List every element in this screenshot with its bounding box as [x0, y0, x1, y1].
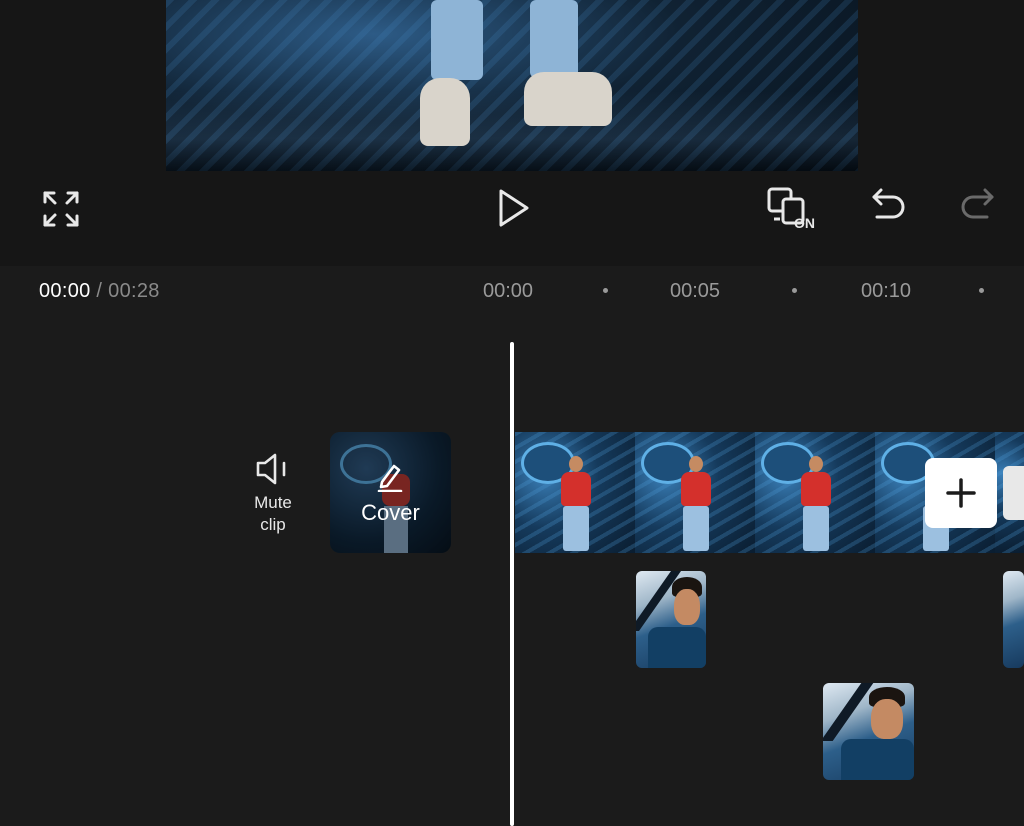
current-time: 00:00: [39, 280, 91, 302]
cover-dim-overlay: [330, 432, 451, 553]
video-preview-frame[interactable]: [166, 0, 858, 171]
right-leg: [530, 0, 578, 78]
performer-shirt: [801, 472, 831, 506]
timeline-panel[interactable]: 00:00 / 00:28 00:00 00:05 00:10 Mute cli…: [0, 266, 1024, 826]
background-stripe: [823, 683, 874, 741]
time-separator: /: [90, 280, 109, 302]
expand-icon: [43, 191, 79, 227]
redo-icon: [961, 188, 994, 219]
clip-thumbnail: [515, 432, 635, 553]
preview-toolbar: ON: [0, 171, 1024, 266]
performer-head: [569, 456, 583, 472]
undo-icon: [872, 188, 905, 219]
person-face: [871, 699, 903, 739]
performer-shirt: [561, 472, 591, 506]
overlay-clip[interactable]: [636, 571, 706, 668]
play-icon: [499, 189, 529, 227]
clip-thumbnail: [755, 432, 875, 553]
add-clip-button[interactable]: [925, 458, 997, 528]
performer-legs: [803, 506, 829, 551]
cover-label: Cover: [361, 500, 420, 525]
ruler-tick-label: 00:05: [670, 280, 721, 302]
mute-clip-label: Mute clip: [254, 493, 292, 534]
overlay-clip[interactable]: [823, 683, 914, 780]
mute-clip-button[interactable]: Mute clip: [240, 451, 306, 536]
fullscreen-button[interactable]: [40, 188, 82, 230]
ruler-tick-label: 00:00: [483, 280, 534, 302]
clip-thumbnail: [635, 432, 755, 553]
total-duration: 00:28: [108, 280, 160, 302]
cover-button[interactable]: Cover: [330, 432, 451, 553]
preview-toggle-badge: ON: [794, 215, 815, 231]
left-leg: [431, 0, 483, 80]
person-face: [674, 589, 700, 625]
redo-button[interactable]: [956, 185, 998, 229]
ruler-dot: [603, 288, 608, 293]
performer-legs: [683, 506, 709, 551]
performer-legs: [563, 506, 589, 551]
stage-floor: [166, 91, 858, 171]
performer-shirt: [681, 472, 711, 506]
play-button[interactable]: [494, 187, 534, 229]
plus-icon: [946, 478, 976, 508]
preview-toggle-button[interactable]: ON: [766, 185, 822, 235]
time-readout: 00:00 / 00:28: [39, 280, 160, 303]
clip-handle[interactable]: [1003, 466, 1024, 520]
person-jacket: [841, 739, 914, 780]
edit-icon: [377, 464, 403, 492]
performer-head: [689, 456, 703, 472]
playhead[interactable]: [510, 342, 514, 826]
performer-head: [809, 456, 823, 472]
speaker-icon: [256, 453, 286, 485]
undo-button[interactable]: [868, 185, 910, 229]
ruler-tick-label: 00:10: [861, 280, 912, 302]
left-shoe: [420, 78, 470, 146]
person-jacket: [648, 627, 706, 668]
ruler-dot: [979, 288, 984, 293]
overlay-clip[interactable]: [1003, 571, 1024, 668]
ruler-dot: [792, 288, 797, 293]
right-shoe: [524, 72, 612, 126]
